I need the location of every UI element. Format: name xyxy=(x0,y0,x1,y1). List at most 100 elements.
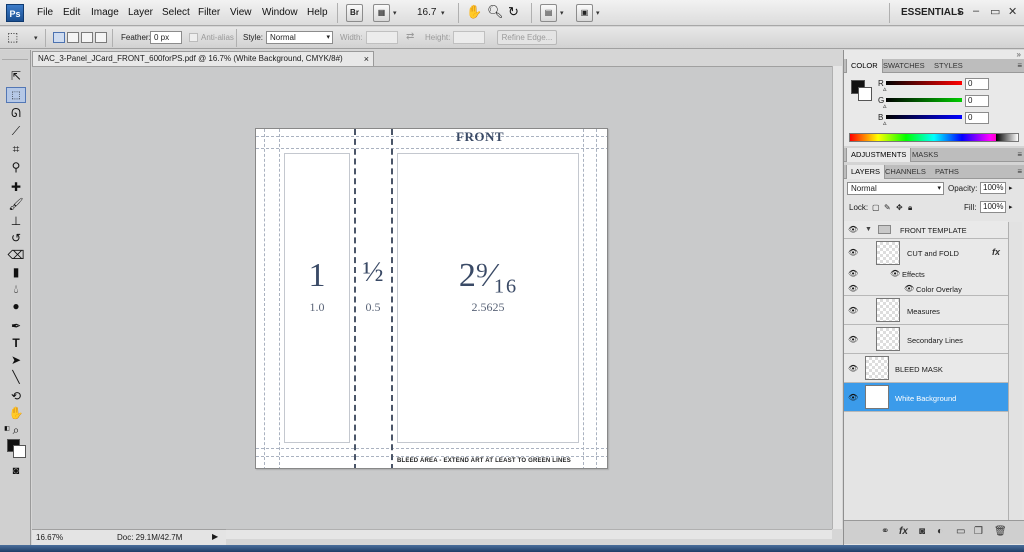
menu-file[interactable]: File xyxy=(37,7,53,18)
red-slider[interactable] xyxy=(886,81,962,85)
panel-menu-icon[interactable]: ≡ xyxy=(1017,148,1022,162)
color-overlay-effect-row[interactable]: 👁︎ 👁︎ Color Overlay xyxy=(844,281,1008,296)
lasso-tool-icon[interactable]: ᘏ xyxy=(6,105,26,121)
marquee-tool-icon[interactable]: ⬚ xyxy=(6,87,26,103)
tab-color[interactable]: COLOR xyxy=(846,59,883,73)
menu-window[interactable]: Window xyxy=(262,7,298,18)
menu-view[interactable]: View xyxy=(230,7,252,18)
collapse-panels-icon[interactable]: » xyxy=(1017,50,1021,59)
opacity-slider-icon[interactable]: ▸ xyxy=(1009,184,1013,192)
horizontal-scrollbar[interactable] xyxy=(226,529,832,539)
tools-grip[interactable] xyxy=(2,52,28,60)
grayscale-ramp[interactable] xyxy=(996,134,1018,141)
tab-paths[interactable]: PATHS xyxy=(931,165,963,179)
expand-group-icon[interactable]: ▼ xyxy=(865,226,872,233)
quick-mask-icon[interactable]: ◙ xyxy=(6,463,26,479)
blue-slider-thumb-icon[interactable]: ▵ xyxy=(883,119,887,127)
new-layer-icon[interactable]: ❐ xyxy=(974,526,983,537)
blur-tool-icon[interactable]: 💧︎ xyxy=(6,281,26,297)
crop-tool-icon[interactable]: ⌗ xyxy=(6,141,26,157)
tab-adjustments[interactable]: ADJUSTMENTS xyxy=(846,148,912,162)
layers-scrollbar[interactable] xyxy=(1008,222,1022,522)
feather-input[interactable]: 0 px xyxy=(150,31,182,44)
panel-menu-icon[interactable]: ≡ xyxy=(1017,59,1022,73)
subtract-from-selection-icon[interactable] xyxy=(81,32,93,43)
eraser-tool-icon[interactable]: ⌫ xyxy=(6,247,26,263)
menu-filter[interactable]: Filter xyxy=(198,7,220,18)
menu-edit[interactable]: Edit xyxy=(63,7,80,18)
opacity-input[interactable]: 100% xyxy=(980,182,1006,194)
quick-selection-tool-icon[interactable]: ⟋ xyxy=(6,123,26,139)
hand-tool-icon[interactable]: ✋ xyxy=(6,405,26,421)
lock-position-icon[interactable]: ✥ xyxy=(896,203,903,212)
anti-alias-checkbox[interactable] xyxy=(189,33,198,42)
layer-effects-icon[interactable]: fx xyxy=(992,247,1000,257)
menu-image[interactable]: Image xyxy=(91,7,119,18)
height-input[interactable] xyxy=(453,31,485,44)
background-color-swatch[interactable] xyxy=(13,445,26,458)
background-color-swatch[interactable] xyxy=(858,87,872,101)
path-selection-tool-icon[interactable]: ➤ xyxy=(6,352,26,368)
menu-help[interactable]: Help xyxy=(307,7,328,18)
trash-icon[interactable]: 🗑︎ xyxy=(994,526,1007,537)
intersect-selection-icon[interactable] xyxy=(95,32,107,43)
color-spectrum[interactable] xyxy=(849,133,1019,142)
swap-dimensions-icon[interactable]: ⇄ xyxy=(406,31,414,42)
line-tool-icon[interactable]: ╲ xyxy=(6,369,26,385)
rotate-view-icon[interactable]: ↻ xyxy=(508,4,519,20)
restore-icon[interactable]: ▭ xyxy=(990,5,1000,18)
history-brush-tool-icon[interactable]: ↺ xyxy=(6,230,26,246)
layer-effects-row[interactable]: 👁︎ 👁︎ Effects xyxy=(844,267,1008,281)
pen-tool-icon[interactable]: ✒ xyxy=(6,318,26,334)
lock-all-icon[interactable]: 🔒︎ xyxy=(908,203,912,213)
add-to-selection-icon[interactable] xyxy=(67,32,79,43)
blue-value-input[interactable]: 0 xyxy=(965,112,989,124)
tab-layers[interactable]: LAYERS xyxy=(846,165,886,179)
document-tab[interactable]: NAC_3-Panel_JCard_FRONT_600forPS.pdf @ 1… xyxy=(32,51,374,66)
lock-transparent-icon[interactable]: ▢ xyxy=(872,203,880,212)
layer-row-front-template[interactable]: 👁︎ ▼ FRONT TEMPLATE xyxy=(844,221,1008,239)
marquee-preset-icon[interactable]: ⬚ xyxy=(7,30,18,44)
vertical-scrollbar[interactable] xyxy=(832,66,842,529)
blue-slider[interactable] xyxy=(886,115,962,119)
adjustment-icon[interactable]: ◐ xyxy=(937,526,943,537)
view-extras-caret-icon[interactable]: ▾ xyxy=(393,9,397,17)
fill-slider-icon[interactable]: ▸ xyxy=(1009,203,1013,211)
layer-row-secondary-lines[interactable]: 👁︎ Secondary Lines xyxy=(844,325,1008,354)
new-group-icon[interactable]: ▭ xyxy=(956,526,965,537)
visibility-eye-icon[interactable]: 👁︎ xyxy=(848,269,859,278)
green-slider[interactable] xyxy=(886,98,962,102)
view-extras-icon[interactable]: ▦ xyxy=(373,4,390,22)
status-zoom[interactable]: 16.67% xyxy=(36,533,63,542)
move-tool-icon[interactable]: ⇱ xyxy=(6,68,26,84)
new-selection-icon[interactable] xyxy=(53,32,65,43)
workspace-caret-icon[interactable]: ▾ xyxy=(958,9,962,17)
green-value-input[interactable]: 0 xyxy=(965,95,989,107)
close-document-icon[interactable]: × xyxy=(364,52,369,66)
workspace-switcher[interactable]: ESSENTIALS xyxy=(901,7,964,18)
effects-eye-icon[interactable]: 👁︎ xyxy=(890,269,901,278)
3d-rotate-tool-icon[interactable]: ⟲ xyxy=(6,388,26,404)
launch-bridge-button[interactable]: Br xyxy=(346,4,363,22)
menu-select[interactable]: Select xyxy=(162,7,190,18)
screen-mode-caret-icon[interactable]: ▾ xyxy=(596,9,600,17)
visibility-eye-icon[interactable]: 👁︎ xyxy=(848,335,859,344)
visibility-eye-icon[interactable]: 👁︎ xyxy=(848,284,859,293)
arrange-documents-icon[interactable]: ▤ xyxy=(540,4,557,22)
lock-image-icon[interactable]: ✎ xyxy=(884,203,891,212)
blend-mode-select[interactable]: Normal ▾ xyxy=(847,182,944,195)
zoom-level[interactable]: 16.7 xyxy=(417,7,436,18)
menu-layer[interactable]: Layer xyxy=(128,7,153,18)
dodge-tool-icon[interactable]: ● xyxy=(6,298,26,314)
mask-icon[interactable]: ◙ xyxy=(919,526,925,537)
layer-row-measures[interactable]: 👁︎ Measures xyxy=(844,296,1008,325)
tab-styles[interactable]: STYLES xyxy=(930,59,967,73)
visibility-eye-icon[interactable]: 👁︎ xyxy=(848,248,859,257)
width-input[interactable] xyxy=(366,31,398,44)
link-icon[interactable]: ⚭ xyxy=(881,526,889,537)
red-slider-thumb-icon[interactable]: ▵ xyxy=(883,85,887,93)
green-slider-thumb-icon[interactable]: ▵ xyxy=(883,102,887,110)
tab-channels[interactable]: CHANNELS xyxy=(881,165,930,179)
default-colors-icon[interactable]: ◧ xyxy=(3,425,11,433)
zoom-tool-icon[interactable]: 🔍︎ xyxy=(487,4,504,20)
